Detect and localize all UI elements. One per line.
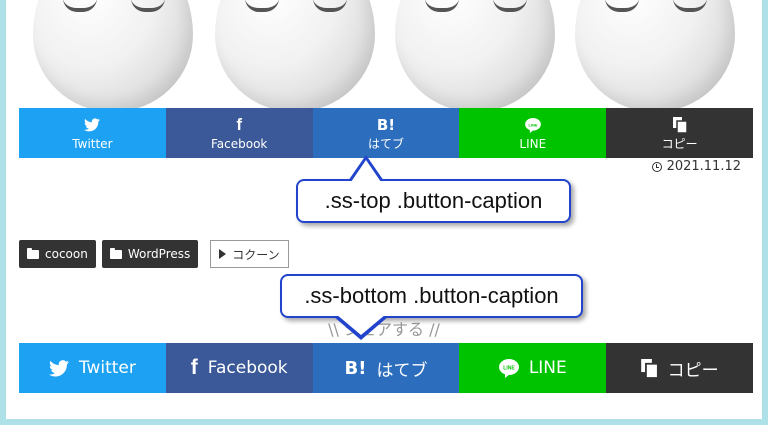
share-button-caption: LINE xyxy=(528,358,567,378)
share-button-caption: コピー xyxy=(667,360,719,381)
share-facebook-button[interactable]: f Facebook xyxy=(165,343,313,393)
share-buttons-top: Twitter f Facebook B! はてブ LINE LINE コピー xyxy=(19,108,753,158)
share-facebook-button[interactable]: f Facebook xyxy=(165,108,313,158)
callout-bottom-label: .ss-bottom .button-caption xyxy=(280,274,583,318)
post-date-text: 2021.11.12 xyxy=(666,159,741,174)
share-twitter-button[interactable]: Twitter xyxy=(19,343,166,393)
callout-top-label: .ss-top .button-caption xyxy=(296,179,571,223)
category-cocoon[interactable]: cocoon xyxy=(19,240,96,268)
facebook-f-icon: f xyxy=(190,356,198,379)
egg-image xyxy=(395,0,555,112)
category-wordpress[interactable]: WordPress xyxy=(101,240,199,268)
share-hatena-button[interactable]: B! はてブ xyxy=(312,108,460,158)
share-button-caption: LINE xyxy=(519,136,547,151)
line-icon: LINE xyxy=(524,116,541,135)
egg-image xyxy=(215,0,375,112)
egg-image xyxy=(575,0,735,112)
post-taxonomy: cocoon WordPress コクーン xyxy=(19,240,289,268)
clock-icon xyxy=(651,161,662,172)
callout-pointer-fill xyxy=(351,160,381,182)
category-label: cocoon xyxy=(45,247,88,261)
twitter-bird-icon xyxy=(84,116,101,135)
callout-pointer-fill xyxy=(336,314,386,335)
share-button-caption: コピー xyxy=(661,136,698,151)
share-copy-button[interactable]: コピー xyxy=(606,108,753,158)
svg-text:LINE: LINE xyxy=(503,365,515,371)
copy-icon xyxy=(672,116,687,135)
copy-icon xyxy=(640,358,658,378)
tag-cocoon-ja[interactable]: コクーン xyxy=(210,240,289,268)
tag-icon xyxy=(219,249,227,259)
egg-illustrations xyxy=(19,0,753,115)
hatena-bookmark-icon: B! xyxy=(344,357,367,379)
share-line-button[interactable]: LINE LINE xyxy=(459,108,607,158)
hatena-bookmark-icon: B! xyxy=(376,116,396,134)
share-button-caption: はてブ xyxy=(376,360,428,381)
line-icon: LINE xyxy=(498,358,519,378)
share-button-caption: Twitter xyxy=(72,136,113,151)
twitter-bird-icon xyxy=(48,359,69,377)
category-label: WordPress xyxy=(127,247,191,261)
share-button-caption: はてブ xyxy=(367,136,404,151)
egg-image xyxy=(33,0,193,112)
share-line-button[interactable]: LINE LINE xyxy=(459,343,607,393)
post-date: 2021.11.12 xyxy=(651,159,741,174)
share-button-caption: Facebook xyxy=(211,136,268,151)
share-hatena-button[interactable]: B! はてブ xyxy=(312,343,460,393)
share-copy-button[interactable]: コピー xyxy=(606,343,753,393)
share-button-caption: Facebook xyxy=(207,358,288,378)
folder-icon xyxy=(109,247,122,259)
share-twitter-button[interactable]: Twitter xyxy=(19,108,166,158)
share-button-caption: Twitter xyxy=(78,358,136,378)
facebook-f-icon: f xyxy=(236,115,243,134)
tag-label: コクーン xyxy=(232,247,280,262)
share-buttons-bottom: Twitter f Facebook B! はてブ LINE LINE コピー xyxy=(19,343,753,393)
folder-icon xyxy=(27,247,39,259)
svg-text:LINE: LINE xyxy=(528,122,537,127)
